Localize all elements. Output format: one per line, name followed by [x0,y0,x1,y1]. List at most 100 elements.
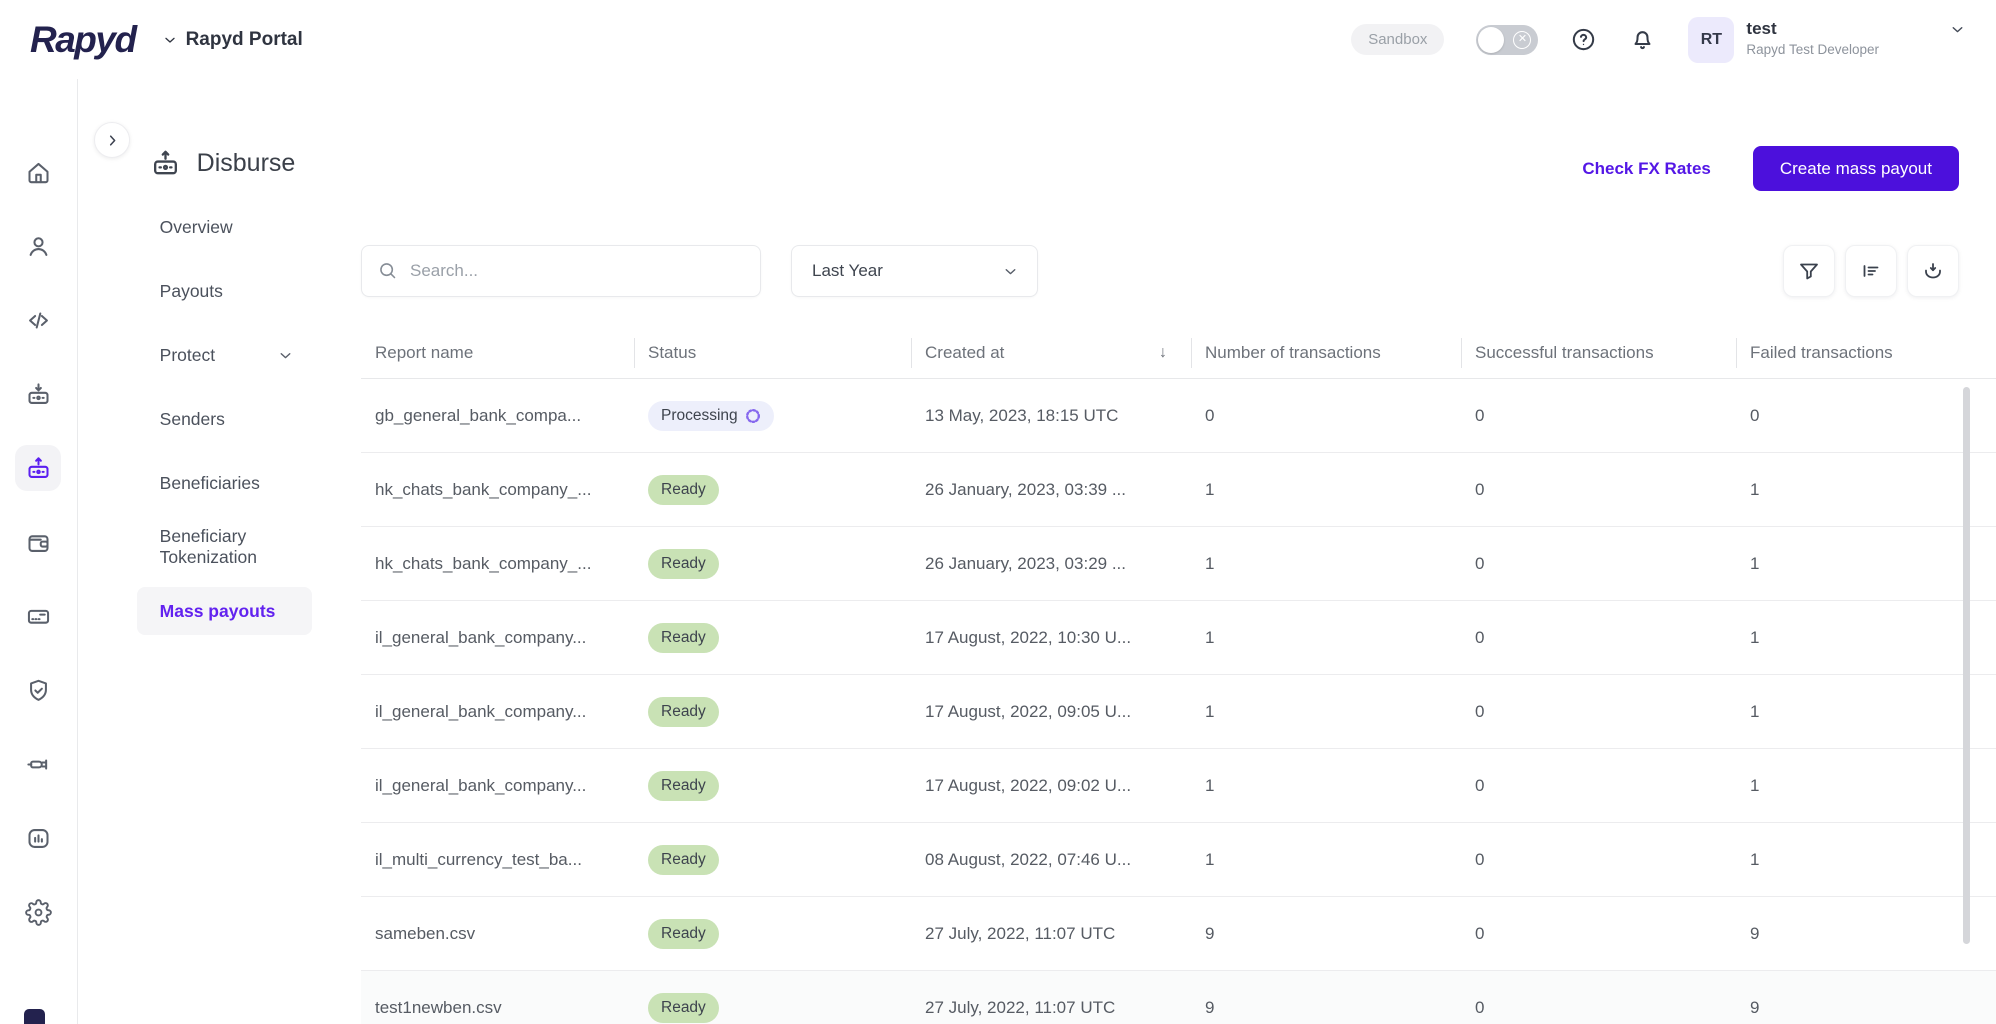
disburse-icon [28,456,49,478]
rail-item-settings[interactable] [15,889,61,935]
status-cell: Ready [634,527,911,600]
sandbox-toggle[interactable]: ✕ [1476,24,1539,55]
avatar: RT [1688,16,1735,63]
table-body: gb_general_bank_compa... Processing 13 M… [361,379,1996,1024]
rail-item-disburse[interactable] [15,445,62,491]
secondary-nav-item[interactable]: Mass payouts [136,587,312,635]
main-content: Check FX Rates Create mass payout Last Y… [316,79,1996,1024]
user-icon [29,236,48,256]
filter-button[interactable] [1783,245,1835,297]
created-at-cell: 26 January, 2023, 03:29 ... [925,553,1126,573]
rail-item-card-issuing[interactable] [15,593,61,639]
download-icon [1925,263,1941,279]
column-header[interactable]: Status [634,327,911,378]
status-badge: Ready [648,844,719,875]
user-menu[interactable]: RT test Rapyd Test Developer [1688,16,1966,63]
table-row[interactable]: il_general_bank_company... Ready 17 Augu… [361,601,1996,675]
status-badge: Ready [648,918,719,949]
transactions-cell: 1 [1205,849,1215,869]
created-at-cell: 17 August, 2022, 09:02 U... [925,775,1132,795]
column-header[interactable]: Report name [361,327,634,378]
code-icon [28,312,48,328]
report-name-cell: il_general_bank_company... [375,775,587,795]
secondary-nav-item[interactable]: Beneficiaries [137,459,312,507]
search-icon [377,260,398,286]
bottom-left-widget [24,1009,45,1024]
transactions-cell: 1 [1205,775,1215,795]
status-cell: Processing [634,379,911,452]
status-badge: Processing [648,400,774,431]
sort-icon [1863,265,1879,277]
table-row[interactable]: il_general_bank_company... Ready 17 Augu… [361,675,1996,749]
portal-label: Rapyd Portal [185,28,303,50]
plug-icon [27,758,47,770]
rail-item-wallet[interactable] [15,519,61,565]
report-name-cell: gb_general_bank_compa... [375,405,582,425]
sort-descending-icon: ↓ [1159,343,1167,361]
table-row[interactable]: sameben.csv Ready 27 July, 2022, 11:07 U… [361,897,1996,971]
card-icon [27,609,49,624]
column-header[interactable]: Created at ↓ [911,327,1191,378]
rail-item-developers[interactable] [15,297,61,343]
section-title: Disburse [150,146,316,180]
date-range-select[interactable]: Last Year [791,245,1038,297]
table-row[interactable]: il_multi_currency_test_ba... Ready 08 Au… [361,823,1996,897]
toggle-x-icon: ✕ [1513,30,1532,49]
collect-icon [28,382,49,404]
table-row[interactable]: test1newben.csv Ready 27 July, 2022, 11:… [361,971,1996,1024]
status-badge: Ready [648,770,719,801]
secondary-nav-item[interactable]: Overview [137,203,312,251]
column-header[interactable]: Successful transactions [1461,327,1736,378]
transactions-cell: 9 [1205,923,1215,943]
secondary-nav-item[interactable]: Protect [137,331,312,379]
table-row[interactable]: hk_chats_bank_company_... Ready 26 Janua… [361,527,1996,601]
download-button[interactable] [1907,245,1959,297]
search-input[interactable] [361,245,761,297]
icon-rail [0,79,78,1024]
table-row[interactable]: hk_chats_bank_company_... Ready 26 Janua… [361,453,1996,527]
successful-cell: 0 [1475,775,1485,795]
rail-item-home[interactable] [15,149,61,195]
successful-cell: 0 [1475,997,1485,1017]
rail-item-integrations[interactable] [15,741,61,787]
filter-icon [1800,263,1818,280]
created-at-cell: 13 May, 2023, 18:15 UTC [925,405,1119,425]
table-row[interactable]: il_general_bank_company... Ready 17 Augu… [361,749,1996,823]
rail-item-analytics[interactable] [15,815,61,861]
nav-item-label: Senders [159,408,225,429]
notifications-button[interactable] [1629,26,1656,53]
secondary-nav-item[interactable]: Payouts [137,267,312,315]
created-at-cell: 27 July, 2022, 11:07 UTC [925,923,1116,943]
secondary-nav-item[interactable]: Beneficiary Tokenization [137,523,312,571]
rail-item-contacts[interactable] [15,223,61,269]
column-header[interactable]: Number of transactions [1191,327,1461,378]
table-scrollbar[interactable] [1963,387,1970,944]
portal-switcher[interactable]: Rapyd Portal [162,29,303,51]
mass-payouts-table: Report name Status Created at ↓ Number of tr… [361,327,1996,1024]
status-badge: Ready [648,622,719,653]
rail-item-verify[interactable] [15,667,61,713]
rail-item-collect[interactable] [15,371,61,417]
failed-cell: 1 [1750,553,1760,573]
report-name-cell: hk_chats_bank_company_... [375,553,592,573]
sort-button[interactable] [1845,245,1897,297]
help-button[interactable] [1570,26,1597,53]
top-bar: Rapyd Rapyd Portal Sandbox ✕ RT test Rap… [0,0,1996,79]
nav-item-label: Payouts [159,280,223,301]
report-name-cell: il_general_bank_company... [375,701,587,721]
transactions-cell: 1 [1205,479,1215,499]
status-badge: Ready [648,474,719,505]
secondary-nav-item[interactable]: Senders [137,395,312,443]
create-mass-payout-button[interactable]: Create mass payout [1752,146,1959,191]
check-fx-rates-link[interactable]: Check FX Rates [1582,159,1711,179]
status-cell: Ready [634,453,911,526]
rapyd-logo: Rapyd [30,18,137,60]
status-cell: Ready [634,971,911,1024]
status-cell: Ready [634,897,911,970]
transactions-cell: 1 [1205,553,1215,573]
table-controls: Last Year [361,245,1959,297]
table-row[interactable]: gb_general_bank_compa... Processing 13 M… [361,379,1996,453]
failed-cell: 1 [1750,849,1760,869]
column-header[interactable]: Failed transactions [1736,327,1996,378]
expand-sidebar-button[interactable] [94,122,130,158]
